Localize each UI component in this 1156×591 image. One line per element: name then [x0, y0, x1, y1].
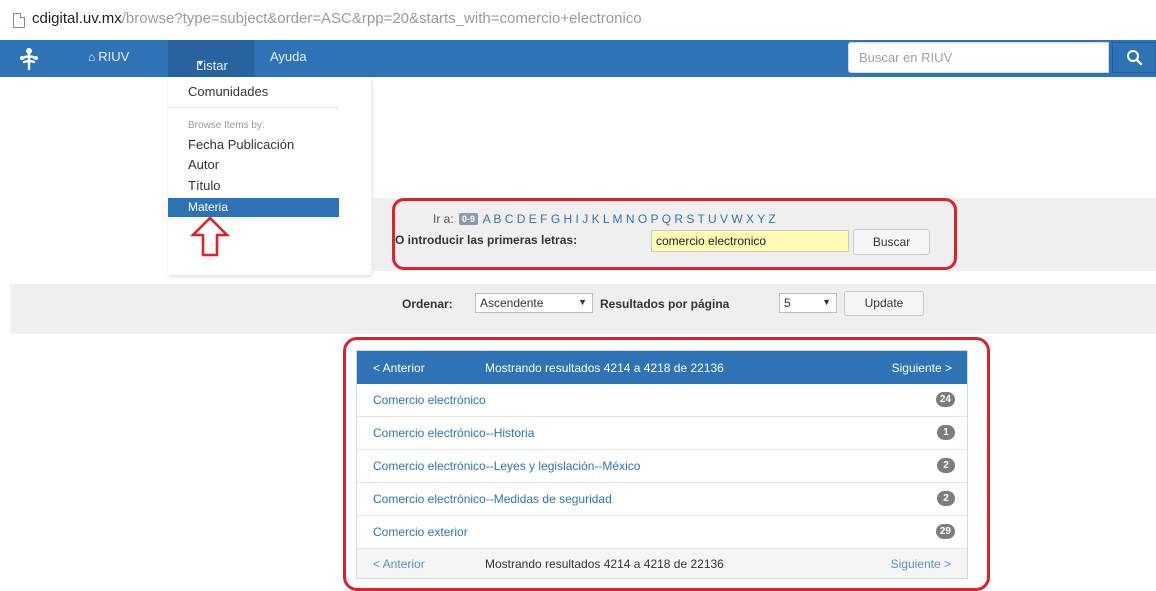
nav-ayuda[interactable]: Ayuda: [270, 49, 307, 64]
menu-item-autor[interactable]: Autor: [188, 157, 219, 172]
menu-item-materia[interactable]: Materia: [168, 198, 339, 217]
rpp-select[interactable]: 5 ▼: [779, 293, 837, 313]
url-path: /browse?type=subject&order=ASC&rpp=20&st…: [121, 10, 642, 27]
order-select[interactable]: Ascendente ▼: [475, 293, 593, 313]
menu-divider: [168, 107, 339, 108]
menu-header-browse: Browse Items by:: [188, 120, 265, 131]
nav-home-riuv[interactable]: ⌂ RIUV: [88, 49, 129, 64]
top-navbar: ⌂ RIUV Listar ▼ Ayuda: [0, 40, 1156, 77]
caret-down-icon: ▼: [196, 58, 205, 68]
menu-item-fecha[interactable]: Fecha Publicación: [188, 137, 294, 152]
rpp-select-value: 5: [784, 296, 791, 310]
ordenar-label: Ordenar:: [402, 297, 453, 311]
menu-item-comunidades[interactable]: Comunidades: [188, 84, 268, 99]
up-arrow-icon: [190, 216, 230, 257]
nav-listar-dropdown[interactable]: Listar ▼: [168, 40, 254, 77]
select-caret-icon: ▼: [578, 297, 587, 307]
highlight-box-jump: [392, 198, 957, 270]
uv-logo-icon[interactable]: [18, 47, 40, 71]
select-caret-icon: ▼: [822, 297, 831, 307]
page-icon: [13, 13, 25, 28]
highlight-box-results: [343, 337, 990, 591]
search-input[interactable]: [848, 42, 1109, 73]
listar-dropdown-menu: Comunidades Browse Items by: Fecha Publi…: [168, 77, 371, 275]
search-icon: [1127, 50, 1143, 66]
menu-item-titulo[interactable]: Título: [188, 178, 221, 193]
home-icon: ⌂: [88, 50, 96, 64]
nav-home-label: RIUV: [98, 49, 130, 64]
search-button[interactable]: [1112, 42, 1156, 73]
url-host: cdigital.uv.mx: [32, 10, 122, 27]
rpp-label: Resultados por página: [600, 297, 730, 311]
sort-options-bar: Ordenar: Ascendente ▼ Resultados por pági…: [10, 284, 1156, 334]
order-select-value: Ascendente: [480, 296, 544, 310]
browser-address-bar[interactable]: cdigital.uv.mx/browse?type=subject&order…: [0, 0, 1156, 41]
url-text[interactable]: cdigital.uv.mx/browse?type=subject&order…: [32, 10, 642, 27]
update-button[interactable]: Update: [844, 291, 924, 316]
